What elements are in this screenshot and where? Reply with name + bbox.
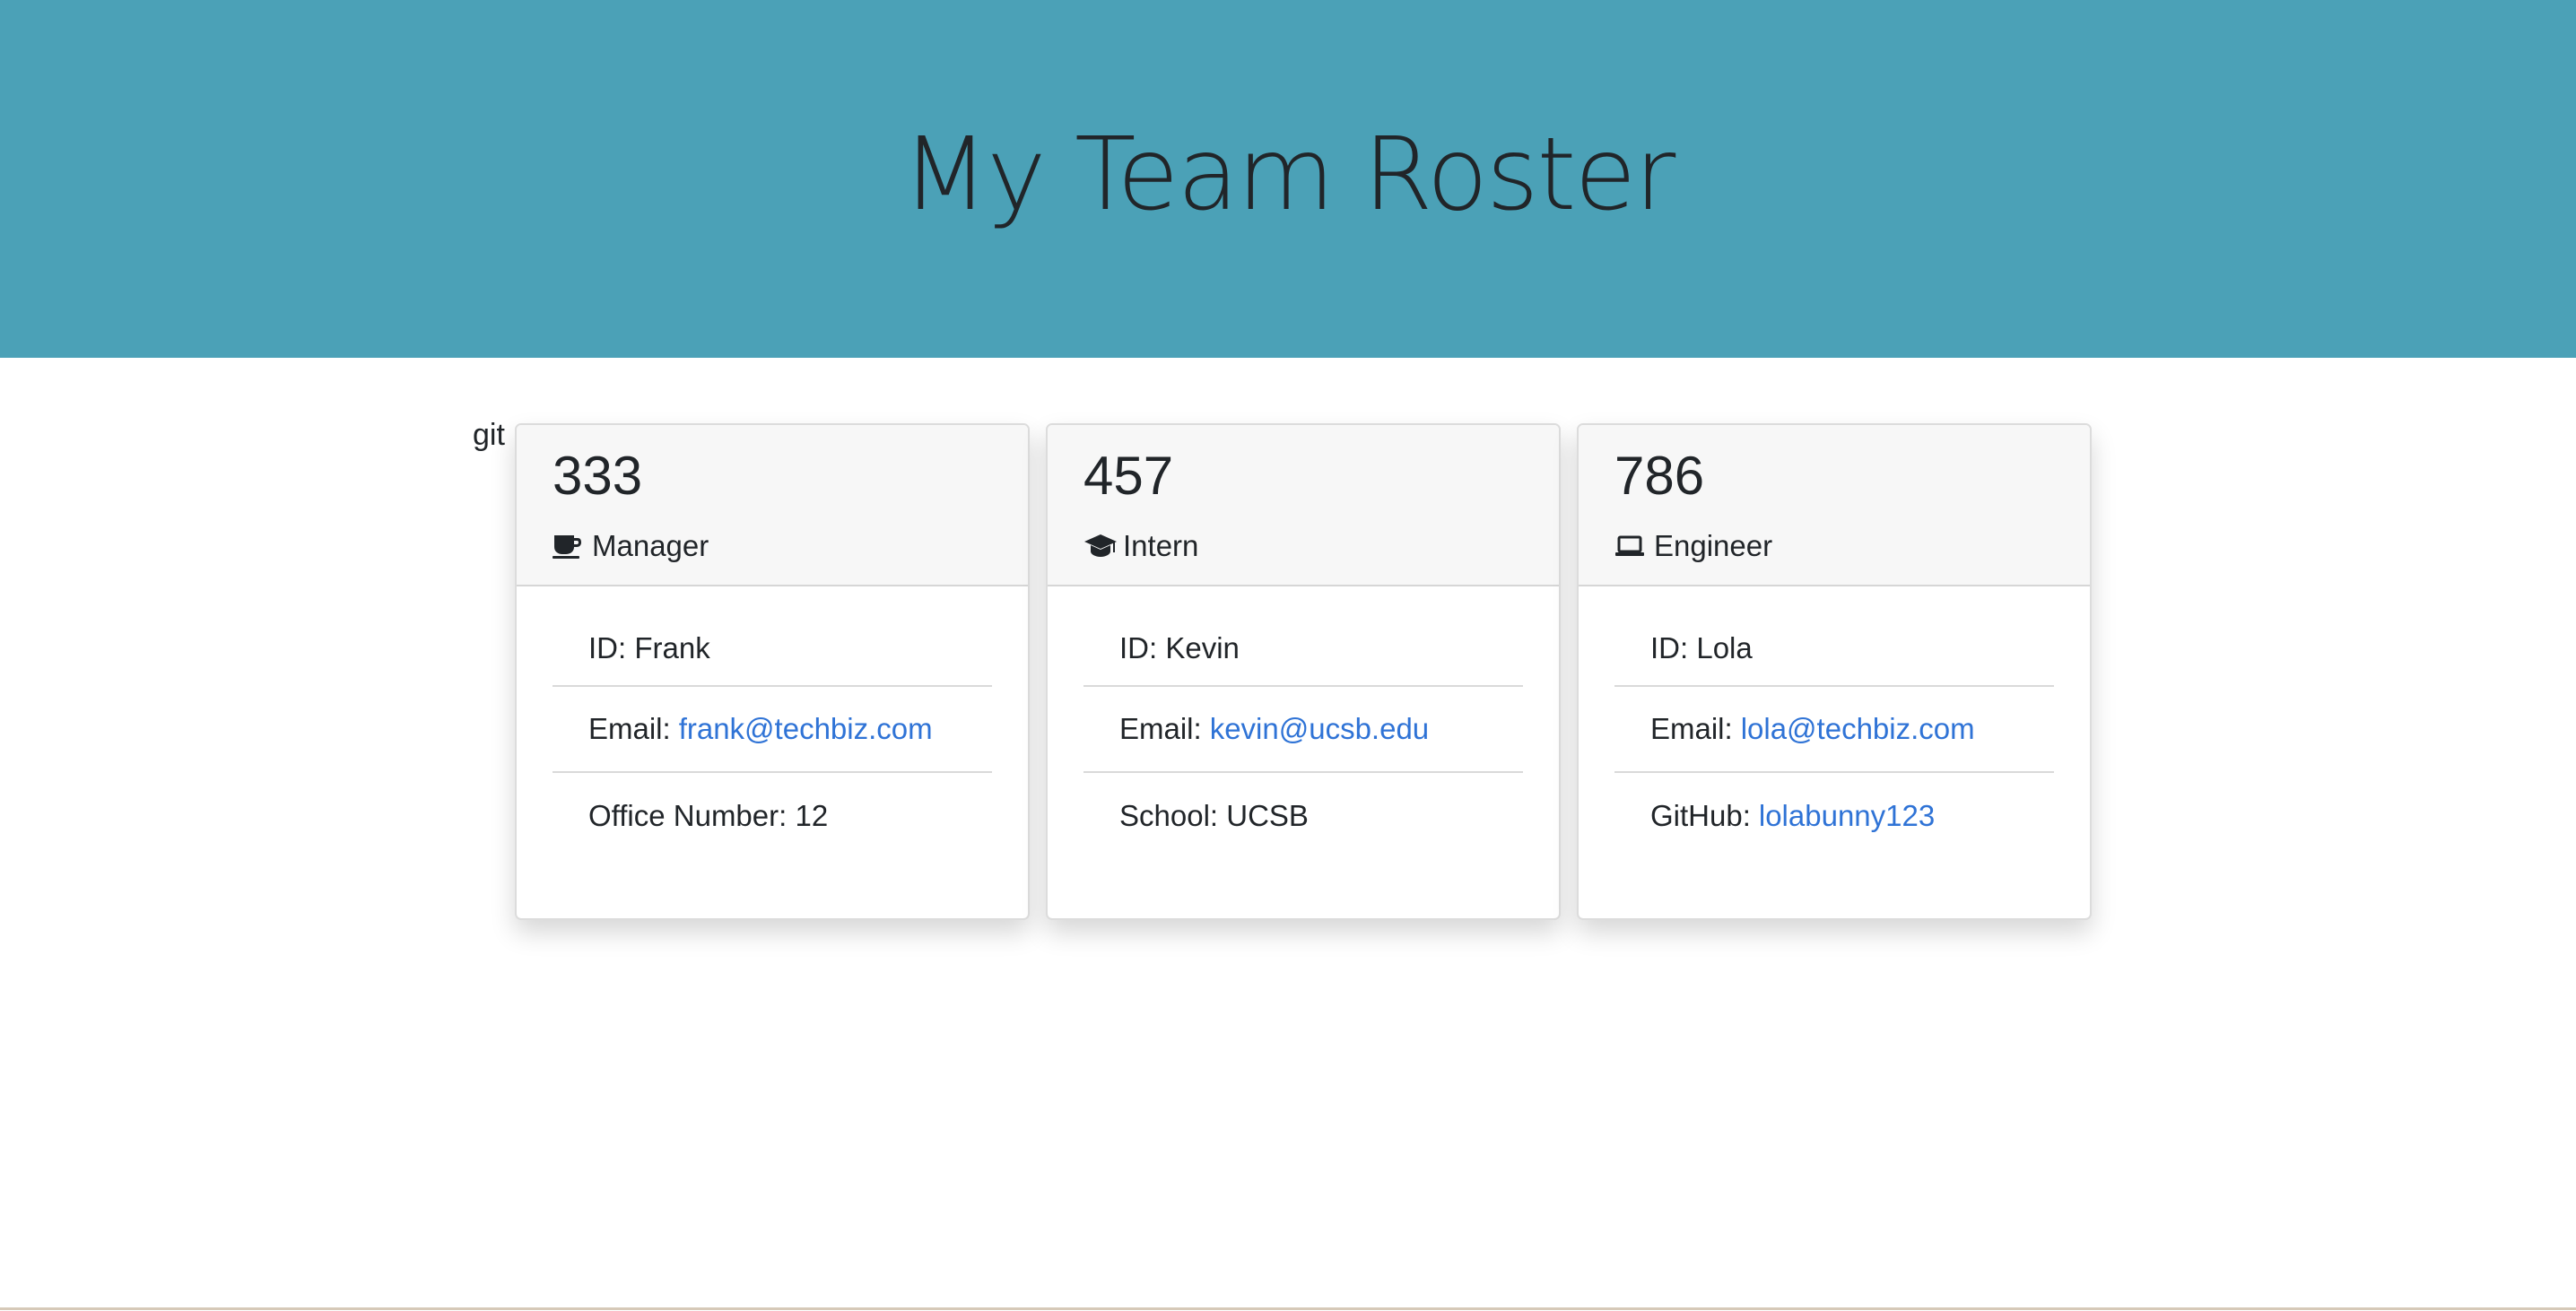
github-link[interactable]: lolabunny123 bbox=[1759, 799, 1935, 833]
office-number-label: Office Number: 12 bbox=[588, 799, 829, 832]
card-role: Intern bbox=[1083, 529, 1198, 563]
card-role-label: Manager bbox=[592, 529, 709, 562]
id-label: ID: Lola bbox=[1650, 631, 1753, 664]
email-label: Email: bbox=[588, 712, 671, 745]
card-id-number: 333 bbox=[553, 446, 643, 506]
page-header: My Team Roster bbox=[0, 0, 2576, 358]
list-item-id: ID: Kevin bbox=[1083, 631, 1523, 687]
school-label: School: UCSB bbox=[1119, 799, 1309, 832]
id-label: ID: Frank bbox=[588, 631, 710, 664]
card-details-list: ID: Frank Email: frank@techbiz.com Offic… bbox=[553, 631, 992, 859]
list-item-id: ID: Lola bbox=[1614, 631, 2054, 687]
laptop-icon bbox=[1614, 533, 1645, 560]
coffee-icon bbox=[553, 533, 583, 560]
stray-text: git bbox=[473, 418, 505, 452]
email-link[interactable]: kevin@ucsb.edu bbox=[1210, 712, 1429, 746]
employee-card-engineer: 786 Engineer ID: Lola Email: lola@techbi… bbox=[1577, 423, 2092, 920]
id-label: ID: Kevin bbox=[1119, 631, 1240, 664]
list-item-id: ID: Frank bbox=[553, 631, 992, 687]
list-item-school: School: UCSB bbox=[1083, 773, 1523, 859]
page-title: My Team Roster bbox=[901, 116, 1676, 233]
list-item-email: Email: kevin@ucsb.edu bbox=[1083, 687, 1523, 773]
card-role: Engineer bbox=[1614, 529, 1772, 563]
card-details-list: ID: Kevin Email: kevin@ucsb.edu School: … bbox=[1083, 631, 1523, 859]
github-label: GitHub: bbox=[1650, 799, 1751, 832]
email-label: Email: bbox=[1650, 712, 1733, 745]
list-item-github: GitHub: lolabunny123 bbox=[1614, 773, 2054, 859]
card-header: 457 Intern bbox=[1048, 425, 1559, 586]
card-id-number: 786 bbox=[1614, 446, 1705, 506]
graduation-cap-icon bbox=[1083, 533, 1117, 560]
email-label: Email: bbox=[1119, 712, 1202, 745]
card-header: 786 Engineer bbox=[1579, 425, 2090, 586]
employee-card-intern: 457 Intern ID: Kevin Email: kevin@ucsb.e… bbox=[1046, 423, 1561, 920]
list-item-email: Email: frank@techbiz.com bbox=[553, 687, 992, 773]
employee-card-manager: 333 Manager ID: Frank Email: frank@techb… bbox=[515, 423, 1030, 920]
card-role-label: Engineer bbox=[1654, 529, 1773, 562]
card-id-number: 457 bbox=[1083, 446, 1174, 506]
email-link[interactable]: lola@techbiz.com bbox=[1741, 712, 1975, 746]
card-role-label: Intern bbox=[1123, 529, 1199, 562]
card-role: Manager bbox=[553, 529, 709, 563]
email-link[interactable]: frank@techbiz.com bbox=[679, 712, 933, 746]
card-header: 333 Manager bbox=[517, 425, 1028, 586]
card-details-list: ID: Lola Email: lola@techbiz.com GitHub:… bbox=[1614, 631, 2054, 859]
bottom-divider bbox=[0, 1307, 2576, 1310]
list-item-office-number: Office Number: 12 bbox=[553, 773, 992, 859]
list-item-email: Email: lola@techbiz.com bbox=[1614, 687, 2054, 773]
